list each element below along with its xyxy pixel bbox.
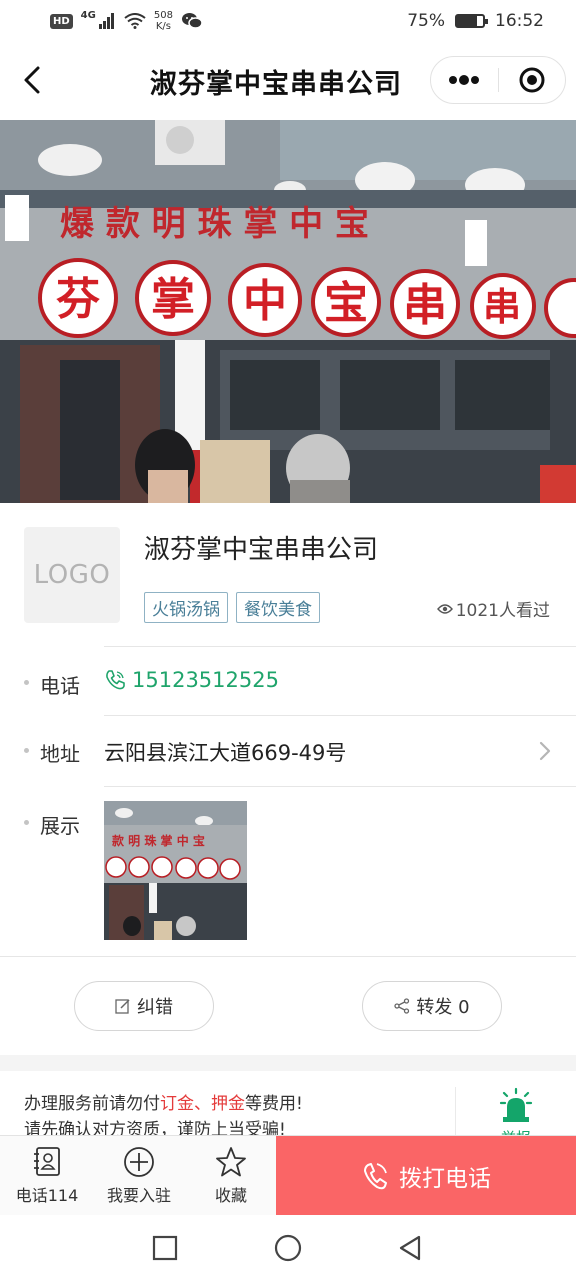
contact-card-icon [34, 1147, 60, 1176]
bullet-dot [24, 680, 29, 685]
nav-bar: 淑芬掌中宝串串公司 [0, 42, 576, 120]
share-icon [394, 998, 410, 1014]
phone-label: 电话 [40, 674, 80, 698]
favorite-button[interactable]: 收藏 [190, 1136, 272, 1216]
bullet-dot [24, 820, 29, 825]
display-label: 展示 [40, 814, 80, 838]
star-icon [216, 1147, 246, 1177]
phone-value[interactable]: 15123512525 [104, 668, 279, 692]
divider [104, 646, 576, 647]
section-gap [0, 1055, 576, 1071]
svg-text:爆 款 明 珠 掌 中 宝: 爆 款 明 珠 掌 中 宝 [60, 204, 369, 244]
hd-badge: HD [50, 13, 73, 29]
correct-error-label: 纠错 [137, 997, 173, 1018]
phone-icon [364, 1163, 387, 1190]
notice-line-1: 办理服务前请勿付订金、押金等费用! [24, 1091, 303, 1117]
system-back-button[interactable] [393, 1231, 427, 1265]
square-icon [152, 1235, 178, 1261]
notice-line-1-end: 等费用! [245, 1094, 303, 1114]
target-icon [519, 67, 545, 93]
svg-text:宝: 宝 [324, 278, 368, 329]
more-button[interactable] [431, 57, 498, 103]
category-tag[interactable]: 火锅汤锅 [144, 592, 228, 623]
status-bar: HD 4G 508 K/s 75% 16:52 [0, 0, 576, 42]
page: HD 4G 508 K/s 75% 16:52 淑芬掌中宝串串公司 爆 款 明 … [0, 0, 576, 1280]
phone114-label: 电话114 [15, 1186, 79, 1205]
wifi-icon [124, 13, 146, 29]
triangle-back-icon [399, 1235, 421, 1261]
share-label: 转发 0 [416, 997, 470, 1018]
display-thumbnail[interactable]: 款 明 珠 掌 中 宝 [104, 801, 247, 940]
recent-apps-button[interactable] [148, 1231, 182, 1265]
bullet-dot [24, 748, 29, 753]
svg-text:串: 串 [483, 284, 521, 329]
view-count-text: 1021人看过 [455, 601, 550, 621]
notice-line-1-start: 办理服务前请勿付 [24, 1094, 160, 1114]
plus-circle-icon [124, 1147, 154, 1177]
edit-icon [115, 999, 130, 1014]
call-button[interactable]: 拨打电话 [276, 1136, 576, 1216]
status-right: 75% 16:52 [407, 11, 544, 31]
address-row[interactable]: 地址 云阳县滨江大道669-49号 [24, 728, 552, 776]
svg-text:掌: 掌 [151, 274, 195, 325]
eye-icon [436, 603, 453, 614]
phone-icon [106, 670, 125, 690]
svg-text:串: 串 [403, 280, 447, 331]
back-button[interactable] [14, 60, 50, 100]
phone114-button[interactable]: 电话114 [6, 1136, 88, 1216]
clock: 16:52 [495, 11, 544, 31]
battery-percent: 75% [407, 11, 445, 31]
siren-icon [499, 1087, 533, 1122]
divider [104, 786, 576, 787]
battery-icon [455, 14, 488, 28]
thumbnail-image: 款 明 珠 掌 中 宝 [104, 801, 247, 940]
join-label: 我要入驻 [106, 1186, 171, 1205]
phone-row[interactable]: 电话 15123512525 [24, 660, 552, 708]
fraud-notice: 办理服务前请勿付订金、押金等费用! 请先确认对方资质，谨防上当受骗! 举报 [0, 1071, 576, 1157]
battery-fill [457, 16, 477, 26]
correct-error-button[interactable]: 纠错 [74, 981, 214, 1031]
category-tags: 火锅汤锅 餐饮美食 [144, 592, 320, 623]
phone-number[interactable]: 15123512525 [132, 668, 279, 692]
circle-icon [274, 1234, 302, 1262]
chevron-right-icon [539, 741, 551, 761]
company-name: 淑芬掌中宝串串公司 [144, 535, 379, 565]
notice-highlight: 订金、押金 [160, 1094, 245, 1114]
svg-text:芬: 芬 [56, 274, 100, 325]
address-label: 地址 [40, 742, 80, 766]
net-speed-unit: K/s [155, 21, 171, 32]
call-label: 拨打电话 [399, 1166, 491, 1192]
storefront-photo[interactable]: 爆 款 明 珠 掌 中 宝 芬 掌 中 宝 串 串 [0, 120, 576, 503]
divider [104, 715, 576, 716]
storefront-image: 爆 款 明 珠 掌 中 宝 芬 掌 中 宝 串 串 [0, 120, 576, 503]
more-dots-icon [449, 75, 480, 85]
home-button[interactable] [271, 1231, 305, 1265]
network-label: 4G [80, 10, 96, 21]
share-button[interactable]: 转发 0 [362, 981, 502, 1031]
view-count: 1021人看过 [436, 596, 550, 621]
address-value: 云阳县滨江大道669-49号 [104, 741, 347, 765]
chevron-left-icon [24, 66, 40, 94]
bottom-toolbar: 电话114 我要入驻 收藏 拨打电话 [0, 1135, 576, 1216]
svg-text:中: 中 [243, 276, 287, 327]
category-tag[interactable]: 餐饮美食 [236, 592, 320, 623]
svg-text:款 明 珠 掌 中 宝: 款 明 珠 掌 中 宝 [112, 833, 205, 848]
close-miniprogram-button[interactable] [499, 57, 566, 103]
section-divider [0, 956, 576, 957]
favorite-label: 收藏 [214, 1186, 247, 1205]
signal-icon [98, 13, 114, 29]
wechat-icon [181, 13, 203, 29]
system-nav-bar [0, 1215, 576, 1280]
net-speed-value: 508 [153, 10, 173, 21]
mini-program-capsule [430, 56, 566, 104]
page-title: 淑芬掌中宝串串公司 [150, 69, 402, 100]
join-button[interactable]: 我要入驻 [98, 1136, 180, 1216]
company-logo: LOGO [24, 527, 120, 623]
status-left: HD 4G 508 K/s [50, 10, 203, 32]
net-speed: 508 K/s [154, 10, 173, 32]
